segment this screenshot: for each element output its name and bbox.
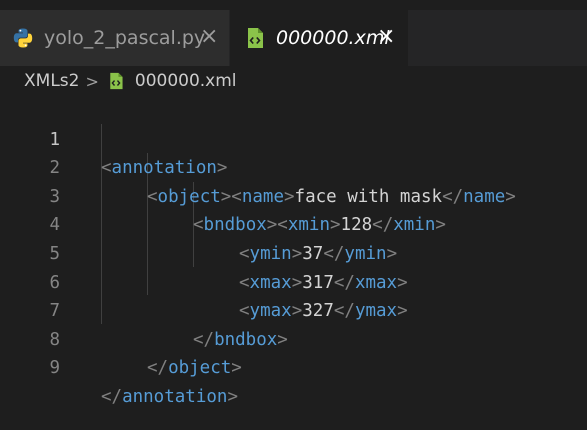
code-line-6: 6 <ymax>327</ymax> bbox=[0, 240, 587, 322]
line-number: 9 bbox=[49, 358, 60, 379]
code-line-9: 9 </annotation> bbox=[0, 326, 587, 407]
tab-label: yolo_2_pascal.py bbox=[44, 27, 206, 49]
breadcrumb-folder[interactable]: XMLs2 bbox=[24, 71, 79, 91]
object-close-tag: object bbox=[168, 358, 232, 379]
tab-000000-xml[interactable]: 000000.xml × bbox=[230, 10, 408, 66]
close-icon[interactable]: × bbox=[377, 26, 395, 48]
close-icon[interactable]: × bbox=[200, 26, 218, 48]
editor-window: yolo_2_pascal.py × 000000.xml × XMLs2 > … bbox=[0, 0, 587, 430]
chevron-right-icon: > bbox=[85, 71, 99, 91]
python-icon bbox=[13, 28, 33, 48]
breadcrumb: XMLs2 > 000000.xml bbox=[0, 66, 587, 96]
code-line-2: 2 <object><name>face with mask</name> bbox=[0, 126, 587, 207]
code-line-7: 7 </bndbox> bbox=[0, 269, 587, 350]
annotation-close-tag: annotation bbox=[122, 386, 228, 407]
xml-file-icon bbox=[248, 28, 263, 48]
code-line-1: 1 <annotation> bbox=[0, 97, 587, 179]
code-line-5: 5 <xmax>317</xmax> bbox=[0, 211, 587, 293]
code-editor[interactable]: 1 <annotation> 2 <object><name>face with… bbox=[0, 96, 587, 430]
breadcrumb-file[interactable]: 000000.xml bbox=[135, 71, 237, 91]
code-line-3: 3 <bndbox><xmin>128</xmin> bbox=[0, 154, 587, 236]
tab-yolo-2-pascal-py[interactable]: yolo_2_pascal.py × bbox=[0, 10, 230, 66]
code-line-4: 4 <ymin>37</ymin> bbox=[0, 183, 587, 264]
tab-bar: yolo_2_pascal.py × 000000.xml × bbox=[0, 10, 587, 66]
tab-label: 000000.xml bbox=[276, 27, 390, 49]
title-strip bbox=[0, 0, 587, 10]
xml-file-icon bbox=[110, 72, 123, 90]
code-line-8: 8 </object> bbox=[0, 297, 587, 379]
